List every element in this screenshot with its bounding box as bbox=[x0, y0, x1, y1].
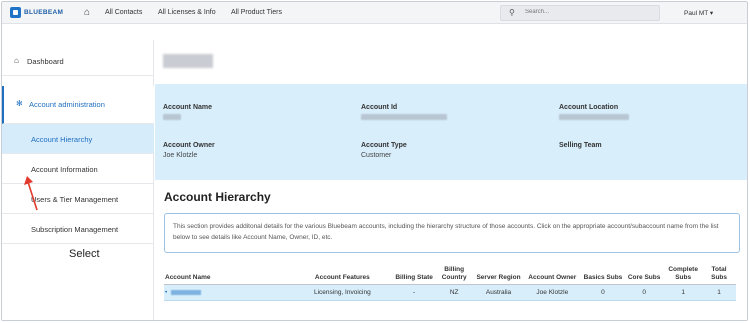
home-icon: ⌂ bbox=[14, 56, 19, 65]
redacted-value bbox=[559, 114, 629, 120]
column-header[interactable]: Core Subs bbox=[624, 264, 665, 285]
sidebar-item-account-administration[interactable]: ✻ Account administration bbox=[2, 86, 154, 124]
logo-icon bbox=[10, 7, 21, 18]
app-window: BLUEBEAM ⌂ All Contacts All Licenses & I… bbox=[1, 1, 748, 321]
info-notice: This section provides additonal details … bbox=[164, 213, 740, 253]
table-cell: - bbox=[394, 284, 435, 301]
sidebar-item-dashboard[interactable]: ⌂ Dashboard bbox=[2, 46, 154, 76]
table-cell: 1 bbox=[702, 284, 736, 301]
annotation-label: Select bbox=[69, 248, 100, 260]
column-header[interactable]: Basics Subs bbox=[581, 264, 625, 285]
user-menu[interactable]: Paul MT ▾ bbox=[684, 9, 713, 17]
page-title bbox=[163, 54, 213, 68]
account-name-field: Account Name bbox=[163, 104, 212, 122]
bluebeam-logo[interactable]: BLUEBEAM bbox=[10, 7, 63, 18]
account-name-cell[interactable]: • bbox=[164, 284, 291, 301]
table-row[interactable]: • Licensing, Invoicing - NZ Australia Jo… bbox=[164, 284, 736, 301]
table-cell: 0 bbox=[624, 284, 665, 301]
gear-icon: ✻ bbox=[16, 99, 23, 108]
column-header[interactable]: Account Name bbox=[164, 264, 291, 285]
sidebar-item-subscription-management[interactable]: Subscription Management bbox=[2, 214, 154, 244]
page-header bbox=[155, 40, 747, 84]
hierarchy-table: Account Name Account Features Billing St… bbox=[164, 264, 736, 301]
account-info-panel: Account Name Account Id Account Location… bbox=[155, 84, 747, 180]
home-icon[interactable]: ⌂ bbox=[84, 7, 90, 18]
top-navbar: BLUEBEAM ⌂ All Contacts All Licenses & I… bbox=[2, 2, 747, 24]
section-title: Account Hierarchy bbox=[164, 190, 271, 204]
redacted-value bbox=[163, 114, 181, 120]
table-cell: 0 bbox=[581, 284, 625, 301]
column-header[interactable]: Billing Country bbox=[434, 264, 475, 285]
column-header[interactable]: Account Features bbox=[290, 264, 395, 285]
table-cell: NZ bbox=[434, 284, 475, 301]
table-cell: 1 bbox=[664, 284, 703, 301]
column-header[interactable]: Server Region bbox=[474, 264, 523, 285]
nav-all-contacts[interactable]: All Contacts bbox=[105, 9, 142, 16]
account-id-field: Account Id bbox=[361, 104, 447, 122]
column-header[interactable]: Complete Subs bbox=[664, 264, 703, 285]
column-header[interactable]: Billing State bbox=[394, 264, 435, 285]
account-link[interactable] bbox=[171, 289, 202, 295]
sidebar-item-account-hierarchy[interactable]: Account Hierarchy bbox=[2, 124, 154, 154]
table-cell: Australia bbox=[474, 284, 523, 301]
annotation-arrow bbox=[24, 176, 38, 211]
column-header[interactable]: Account Owner bbox=[522, 264, 582, 285]
table-cell: Licensing, Invoicing bbox=[290, 284, 395, 301]
account-type-field: Account Type Customer bbox=[361, 142, 407, 159]
search-icon: ⚲ bbox=[509, 8, 515, 17]
account-owner-field: Account Owner Joe Klotzle bbox=[163, 142, 215, 159]
column-header[interactable]: Total Subs bbox=[702, 264, 736, 285]
search-box[interactable]: ⚲ bbox=[500, 5, 660, 21]
table-header-row: Account Name Account Features Billing St… bbox=[164, 264, 736, 285]
selling-team-field: Selling Team bbox=[559, 142, 602, 149]
table-cell: Joe Klotzle bbox=[522, 284, 582, 301]
account-location-field: Account Location bbox=[559, 104, 629, 122]
redacted-value bbox=[361, 114, 447, 120]
search-input[interactable] bbox=[525, 9, 645, 15]
nav-all-product-tiers[interactable]: All Product Tiers bbox=[231, 9, 282, 16]
nav-all-licenses[interactable]: All Licenses & Info bbox=[158, 9, 216, 16]
bullet-icon: • bbox=[165, 289, 168, 296]
